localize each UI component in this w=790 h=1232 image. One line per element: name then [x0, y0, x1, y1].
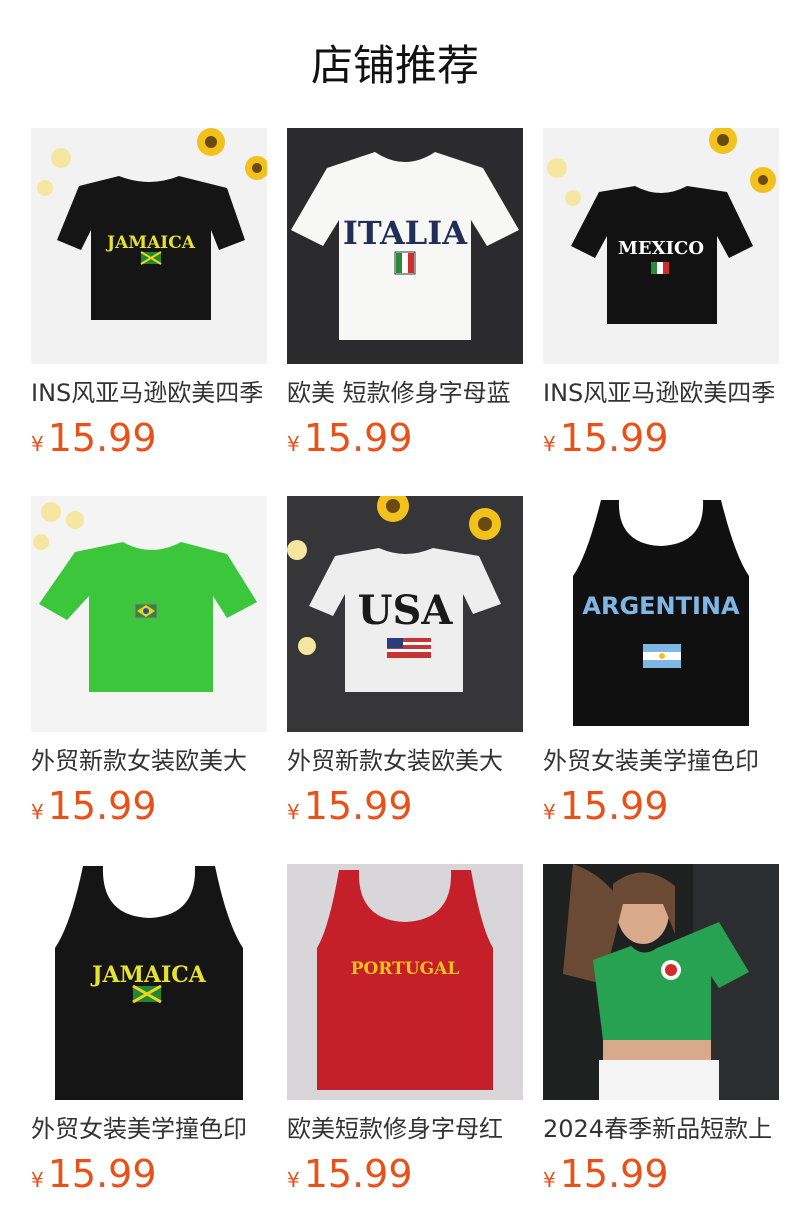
price-value: 15.99: [559, 416, 669, 460]
product-name[interactable]: 外贸女装美学撞色印: [31, 1114, 267, 1144]
page-title: 店铺推荐: [310, 41, 479, 90]
shirt-print-text: USA: [358, 587, 454, 634]
shirt-print-text: ITALIA: [343, 214, 468, 252]
product-price: ¥15.99: [31, 784, 157, 828]
currency-symbol: ¥: [543, 800, 556, 824]
product-image[interactable]: [31, 496, 267, 732]
price-value: 15.99: [47, 784, 157, 828]
product-image[interactable]: ITALIA: [287, 128, 523, 364]
price-value: 15.99: [559, 784, 669, 828]
product-name[interactable]: 2024春季新品短款上: [543, 1114, 779, 1144]
product-image[interactable]: JAMAICA: [31, 128, 267, 364]
product-card[interactable]: USA 外贸新款女装欧美大 ¥15.99: [287, 496, 523, 836]
shirt-print-text: ARGENTINA: [582, 592, 740, 620]
currency-symbol: ¥: [543, 1168, 556, 1192]
currency-symbol: ¥: [31, 800, 44, 824]
product-price: ¥15.99: [543, 784, 669, 828]
product-name[interactable]: 欧美 短款修身字母蓝: [287, 378, 523, 408]
product-card[interactable]: PORTUGAL 欧美短款修身字母红 ¥15.99: [287, 864, 523, 1204]
product-image[interactable]: USA: [287, 496, 523, 732]
product-name[interactable]: 外贸新款女装欧美大: [287, 746, 523, 776]
product-card[interactable]: MEXICO INS风亚马逊欧美四季 ¥15.99: [543, 128, 779, 468]
product-card[interactable]: 外贸新款女装欧美大 ¥15.99: [31, 496, 267, 836]
price-value: 15.99: [559, 1152, 669, 1196]
currency-symbol: ¥: [287, 1168, 300, 1192]
currency-symbol: ¥: [31, 1168, 44, 1192]
currency-symbol: ¥: [543, 432, 556, 456]
product-price: ¥15.99: [31, 416, 157, 460]
product-card[interactable]: ARGENTINA 外贸女装美学撞色印 ¥15.99: [543, 496, 779, 836]
product-price: ¥15.99: [287, 1152, 413, 1196]
currency-symbol: ¥: [287, 800, 300, 824]
product-price: ¥15.99: [543, 1152, 669, 1196]
currency-symbol: ¥: [287, 432, 300, 456]
product-name[interactable]: INS风亚马逊欧美四季: [31, 378, 267, 408]
product-name[interactable]: 外贸女装美学撞色印: [543, 746, 779, 776]
product-image[interactable]: [543, 864, 779, 1100]
product-price: ¥15.99: [287, 416, 413, 460]
product-price: ¥15.99: [31, 1152, 157, 1196]
shirt-print-text: MEXICO: [618, 238, 704, 259]
currency-symbol: ¥: [31, 432, 44, 456]
price-value: 15.99: [47, 1152, 157, 1196]
product-price: ¥15.99: [543, 416, 669, 460]
product-image[interactable]: JAMAICA: [31, 864, 267, 1100]
product-image[interactable]: ARGENTINA: [543, 496, 779, 732]
product-card[interactable]: JAMAICA INS风亚马逊欧美四季 ¥15.99: [31, 128, 267, 468]
price-value: 15.99: [47, 416, 157, 460]
price-value: 15.99: [303, 784, 413, 828]
product-name[interactable]: 外贸新款女装欧美大: [31, 746, 267, 776]
product-price: ¥15.99: [287, 784, 413, 828]
product-image[interactable]: MEXICO: [543, 128, 779, 364]
product-name[interactable]: 欧美短款修身字母红: [287, 1114, 523, 1144]
product-name[interactable]: INS风亚马逊欧美四季: [543, 378, 779, 408]
product-card[interactable]: ITALIA 欧美 短款修身字母蓝 ¥15.99: [287, 128, 523, 468]
shirt-print-text: PORTUGAL: [351, 959, 460, 979]
shirt-print-text: JAMAICA: [90, 962, 207, 988]
shirt-print-text: JAMAICA: [105, 233, 196, 253]
product-card[interactable]: 2024春季新品短款上 ¥15.99: [543, 864, 779, 1204]
product-card[interactable]: JAMAICA 外贸女装美学撞色印 ¥15.99: [31, 864, 267, 1204]
price-value: 15.99: [303, 1152, 413, 1196]
product-image[interactable]: PORTUGAL: [287, 864, 523, 1100]
price-value: 15.99: [303, 416, 413, 460]
